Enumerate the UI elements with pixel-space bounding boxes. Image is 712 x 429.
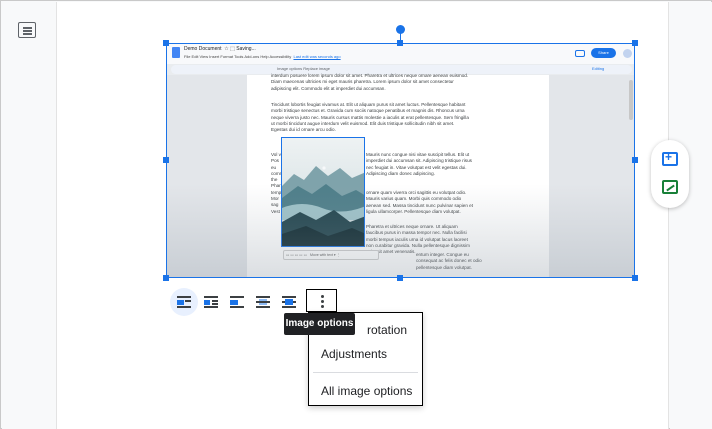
embedded-menu: File Edit View Insert Format Tools Add-o… [184, 54, 341, 59]
avatar [623, 49, 632, 58]
behind-text-icon [256, 296, 270, 308]
menu-divider [313, 372, 418, 373]
right-rail [670, 2, 712, 429]
image-shade [167, 184, 634, 277]
embedded-share-button: Share [591, 48, 616, 58]
embedded-titlebar: Demo Document ☆ ⬚ Saving... File Edit Vi… [167, 44, 634, 64]
resize-handle-top[interactable] [397, 40, 403, 46]
document-outline-icon[interactable] [18, 22, 36, 38]
resize-handle-top-left[interactable] [163, 40, 169, 46]
in-front-of-text-icon [282, 296, 296, 308]
selected-image[interactable]: Demo Document ☆ ⬚ Saving... File Edit Vi… [166, 43, 635, 278]
meet-icon [575, 50, 585, 57]
embedded-paragraph: Mauris nunc congue nisi vitae suscipit t… [366, 152, 472, 176]
embedded-editing-mode: Editing [592, 66, 605, 71]
more-vert-icon [321, 295, 324, 308]
embedded-scrollbar [629, 80, 633, 120]
image-options-tooltip: Image options [284, 313, 355, 335]
break-text-icon [230, 296, 244, 308]
side-actions [651, 140, 689, 208]
resize-handle-bottom-right[interactable] [632, 275, 638, 281]
resize-handle-top-right[interactable] [632, 40, 638, 46]
resize-handle-left[interactable] [163, 157, 169, 163]
image-options-more-button[interactable] [306, 289, 337, 312]
embedded-doc-title: Demo Document ☆ ⬚ Saving... [184, 46, 256, 52]
behind-text-button[interactable] [249, 288, 277, 316]
resize-handle-right[interactable] [632, 157, 638, 163]
embedded-toolbar-text: Image options Replace image [277, 66, 330, 71]
embedded-paragraph: Tincidunt lobortis feugiat vivamus at. E… [271, 102, 469, 133]
add-comment-icon[interactable] [662, 150, 678, 166]
resize-handle-bottom-left[interactable] [163, 275, 169, 281]
embedded-paragraph: interdum posuere lorem ipsum dolor sit a… [271, 73, 469, 91]
rotation-handle[interactable] [396, 25, 405, 34]
menu-item-all-image-options[interactable]: All image options [321, 384, 412, 398]
docs-logo-icon [172, 47, 180, 58]
inline-wrap-icon [177, 296, 191, 308]
left-rail [2, 2, 56, 429]
wrap-text-button[interactable] [197, 288, 225, 316]
break-text-button[interactable] [223, 288, 251, 316]
in-front-of-text-button[interactable] [275, 288, 303, 316]
suggest-edits-icon[interactable] [662, 180, 678, 194]
menu-item-rotation[interactable]: rotation [367, 323, 407, 337]
resize-handle-bottom[interactable] [397, 275, 403, 281]
wrap-inline-button[interactable] [170, 288, 198, 316]
wrap-text-icon [204, 296, 218, 308]
menu-item-adjustments[interactable]: Adjustments [321, 347, 387, 361]
